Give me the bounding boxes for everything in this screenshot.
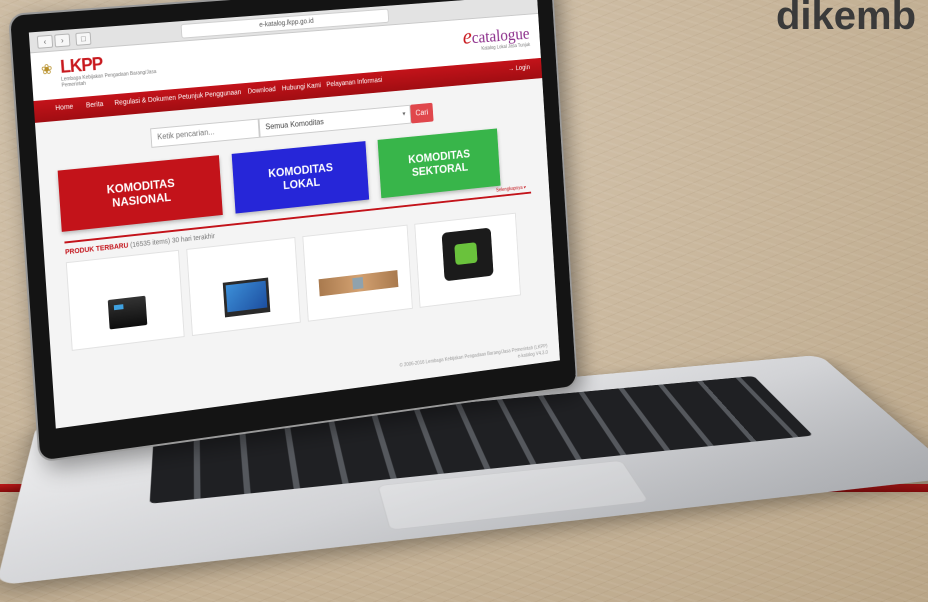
forward-button[interactable]: › <box>54 33 71 48</box>
ups-device-image <box>107 295 148 330</box>
laptop-image <box>222 277 271 318</box>
nav-home[interactable]: Home <box>55 104 73 112</box>
more-link[interactable]: Selengkapnya ▾ <box>496 185 526 194</box>
product-card-plank[interactable] <box>302 224 413 322</box>
camera-image <box>441 227 494 282</box>
laptop-lid: ‹ › □ e-katalog.lkpp.go.id ❀ LKPP Lembag… <box>8 0 579 463</box>
nav-berita[interactable]: Berita <box>86 101 104 109</box>
search-input[interactable]: Ketik pencarian... <box>150 118 260 148</box>
tile-komoditas-sektoral[interactable]: KOMODITAS SEKTORAL <box>377 128 501 199</box>
select-caret-icon: ▾ <box>402 110 406 118</box>
tile-komoditas-lokal[interactable]: KOMODITAS LOKAL <box>231 141 370 214</box>
nav-petunjuk[interactable]: Petunjuk Penggunaan <box>178 89 242 101</box>
search-button[interactable]: Cari <box>410 102 434 124</box>
wood-plank-image <box>318 270 399 297</box>
site-footer: © 2006-2016 Lembaga Kebijakan Pengadaan … <box>399 344 548 377</box>
slide-title: dikemb <box>776 0 917 38</box>
nav-download[interactable]: Download <box>247 86 276 95</box>
product-card-ups[interactable] <box>65 249 185 351</box>
tile-komoditas-nasional[interactable]: KOMODITAS NASIONAL <box>57 155 223 232</box>
sidebar-toggle-icon[interactable]: □ <box>75 31 92 46</box>
back-button[interactable]: ‹ <box>36 34 54 49</box>
nav-pelayanan[interactable]: Pelayanan Informasi <box>326 77 382 88</box>
product-card-camera[interactable] <box>414 212 521 308</box>
laptop-screen: ‹ › □ e-katalog.lkpp.go.id ❀ LKPP Lembag… <box>28 0 560 429</box>
login-link[interactable]: → Login <box>508 64 530 72</box>
category-value: Semua Komoditas <box>265 117 325 132</box>
nav-hubungi[interactable]: Hubungi Kami <box>282 82 322 92</box>
product-card-laptop[interactable] <box>186 236 301 337</box>
garuda-emblem-icon: ❀ <box>40 60 53 78</box>
nav-regulasi[interactable]: Regulasi & Dokumen <box>114 95 176 107</box>
category-select[interactable]: Semua Komoditas ▾ <box>258 104 412 138</box>
